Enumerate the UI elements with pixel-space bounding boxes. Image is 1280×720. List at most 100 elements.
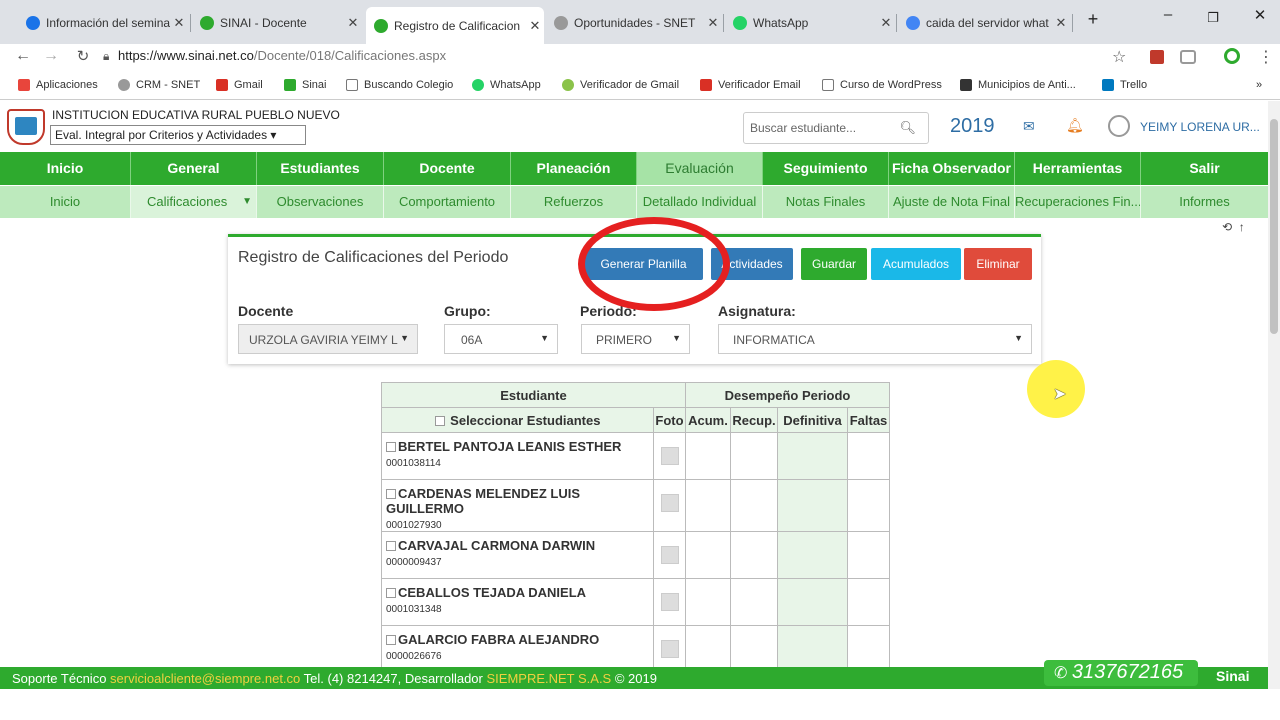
main-menu-item-evaluacion[interactable]: Evaluación (637, 152, 763, 185)
forward-arrow-icon[interactable]: → (40, 47, 62, 65)
bookmark-whatsapp[interactable]: WhatsApp (472, 79, 541, 91)
scrollbar-thumb[interactable] (1270, 119, 1278, 334)
photo-placeholder-icon (660, 447, 679, 465)
refresh-icon[interactable]: ⟲ (1222, 220, 1232, 234)
main-menu-item-planeacion[interactable]: Planeación (511, 152, 637, 185)
bookmark-gmail[interactable]: Gmail (216, 79, 263, 91)
sub-menu-item-refuerzos[interactable]: Refuerzos (511, 186, 637, 218)
reload-icon[interactable]: ↻ (72, 47, 94, 65)
footer-developer-link[interactable]: SIEMPRE.NET S.A.S (486, 671, 611, 686)
periodo-select[interactable]: PRIMERO ▼ (581, 324, 690, 354)
faltas-cell[interactable] (847, 432, 890, 480)
browser-tab[interactable]: Oportunidades - SNET ✕ (546, 9, 722, 36)
select-all-students[interactable]: Seleccionar Estudiantes (381, 407, 654, 433)
acumulados-button[interactable]: Acumulados (871, 248, 961, 280)
main-menu-item-general[interactable]: General (131, 152, 257, 185)
sub-menu-item-ajuste-nota-final[interactable]: Ajuste de Nota Final (889, 186, 1015, 218)
bookmarks-more-button[interactable]: » (1256, 79, 1262, 91)
back-arrow-icon[interactable]: ← (12, 47, 34, 65)
faltas-cell[interactable] (847, 578, 890, 626)
scroll-top-icon[interactable]: ↑ (1239, 220, 1245, 234)
select-all-checkbox[interactable] (434, 415, 445, 426)
close-icon[interactable]: ✕ (344, 15, 362, 31)
student-checkbox[interactable] (386, 588, 396, 598)
grupo-select[interactable]: 06A ▼ (444, 324, 558, 354)
browser-tab[interactable]: WhatsApp ✕ (725, 9, 895, 36)
student-checkbox[interactable] (386, 489, 396, 499)
close-icon[interactable]: ✕ (526, 18, 544, 34)
browser-tab[interactable]: Información del semina ✕ (18, 9, 188, 36)
faltas-cell[interactable] (847, 479, 890, 532)
close-icon[interactable]: ✕ (170, 15, 188, 31)
sub-menu-item-comportamiento[interactable]: Comportamiento (384, 186, 511, 218)
bookmark-apps[interactable]: Aplicaciones (18, 79, 98, 91)
minimize-button[interactable]: – (1153, 6, 1183, 23)
main-menu-item-ficha-observador[interactable]: Ficha Observador (889, 152, 1015, 185)
sub-menu-item-informes[interactable]: Informes (1141, 186, 1268, 218)
user-name[interactable]: YEIMY LORENA UR... (1140, 120, 1260, 134)
recup-cell[interactable] (730, 578, 778, 626)
recup-cell[interactable] (730, 479, 778, 532)
bookmark-municipios[interactable]: Municipios de Anti... (960, 79, 1076, 91)
recup-cell[interactable] (730, 531, 778, 579)
bookmark-sinai[interactable]: Sinai (284, 79, 326, 91)
student-search-input[interactable]: Buscar estudiante... 🔍︎ (743, 112, 929, 144)
col-acum: Acum. (685, 407, 731, 433)
browser-tab[interactable]: SINAI - Docente ✕ (192, 9, 362, 36)
docente-select[interactable]: URZOLA GAVIRIA YEIMY L ▼ (238, 324, 418, 354)
bell-icon[interactable]: 🔔︎ (1066, 117, 1084, 134)
mail-icon[interactable]: ✉ (1023, 118, 1035, 135)
sub-menu-item-inicio[interactable]: Inicio (0, 186, 131, 218)
guardar-button[interactable]: Guardar (801, 248, 867, 280)
window-close-button[interactable]: ✕ (1245, 6, 1275, 24)
student-checkbox[interactable] (386, 442, 396, 452)
bookmark-buscando-colegio[interactable]: Buscando Colegio (346, 79, 453, 91)
student-checkbox[interactable] (386, 635, 396, 645)
main-menu-item-herramientas[interactable]: Herramientas (1015, 152, 1141, 185)
footer-email-link[interactable]: servicioalcliente@siempre.net.co (110, 671, 300, 686)
main-menu-item-inicio[interactable]: Inicio (0, 152, 131, 185)
sub-menu-item-observaciones[interactable]: Observaciones (257, 186, 384, 218)
bookmark-verificador-email[interactable]: Verificador Email (700, 79, 801, 91)
sub-menu-item-recuperaciones[interactable]: Recuperaciones Fin... (1015, 186, 1141, 218)
faltas-cell[interactable] (847, 531, 890, 579)
sub-menu-item-calificaciones[interactable]: Calificaciones ▼ (131, 186, 257, 218)
star-icon[interactable]: ☆ (1112, 47, 1126, 67)
bookmark-curso-wordpress[interactable]: Curso de WordPress (822, 79, 942, 91)
recup-cell[interactable] (730, 432, 778, 480)
sinai-extension-icon[interactable] (1224, 48, 1240, 64)
avatar[interactable] (1108, 115, 1130, 137)
pdf-extension-icon[interactable] (1150, 50, 1164, 64)
faltas-cell[interactable] (847, 625, 890, 673)
search-icon[interactable]: 🔍︎ (899, 120, 916, 136)
main-menu-item-salir[interactable]: Salir (1141, 152, 1268, 185)
asignatura-select[interactable]: INFORMATICA ▼ (718, 324, 1032, 354)
new-tab-button[interactable]: + (1078, 9, 1108, 30)
browser-menu-icon[interactable]: ⋮ (1258, 47, 1274, 67)
page-scrollbar[interactable] (1268, 101, 1280, 689)
bookmark-trello[interactable]: Trello (1102, 79, 1147, 91)
sub-menu-item-notas-finales[interactable]: Notas Finales (763, 186, 889, 218)
url-input[interactable]: https://www.sinai.net.co/Docente/018/Cal… (118, 48, 446, 63)
bookmark-verificador-gmail[interactable]: Verificador de Gmail (562, 79, 679, 91)
browser-tab-active[interactable]: Registro de Calificacion ✕ (366, 7, 544, 44)
eliminar-button[interactable]: Eliminar (964, 248, 1032, 280)
browser-tab[interactable]: caida del servidor what ✕ (898, 9, 1070, 36)
whatsapp-phone-badge[interactable]: ✆ 3137672165 (1044, 660, 1198, 686)
close-icon[interactable]: ✕ (704, 15, 722, 31)
tab-label: caida del servidor what (926, 15, 1049, 30)
acum-cell (685, 578, 731, 626)
sub-menu-item-detallado-individual[interactable]: Detallado Individual (637, 186, 763, 218)
main-menu-item-seguimiento[interactable]: Seguimiento (763, 152, 889, 185)
main-menu-item-estudiantes[interactable]: Estudiantes (257, 152, 384, 185)
student-checkbox[interactable] (386, 541, 396, 551)
maximize-button[interactable]: ❐ (1198, 10, 1228, 26)
main-menu-item-docente[interactable]: Docente (384, 152, 511, 185)
close-icon[interactable]: ✕ (1052, 15, 1070, 31)
extension-icon[interactable] (1180, 50, 1196, 64)
evaluation-mode-select[interactable]: Eval. Integral por Criterios y Actividad… (50, 125, 306, 145)
student-code: 0001038114 (386, 458, 441, 469)
bookmark-crm[interactable]: CRM - SNET (118, 79, 200, 91)
recup-cell[interactable] (730, 625, 778, 673)
close-icon[interactable]: ✕ (877, 15, 895, 31)
